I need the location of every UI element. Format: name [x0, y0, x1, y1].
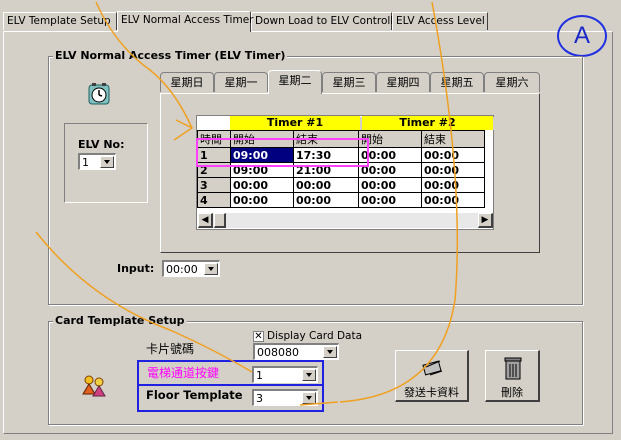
tab-elv-normal-access-timer[interactable]: ELV Normal Access Timer	[117, 11, 253, 32]
annotation-arrows	[35, 1, 459, 406]
day-tab-tue[interactable]: 星期二	[268, 70, 322, 94]
window: ELV Template Setup ELV Normal Access Tim…	[0, 0, 621, 440]
